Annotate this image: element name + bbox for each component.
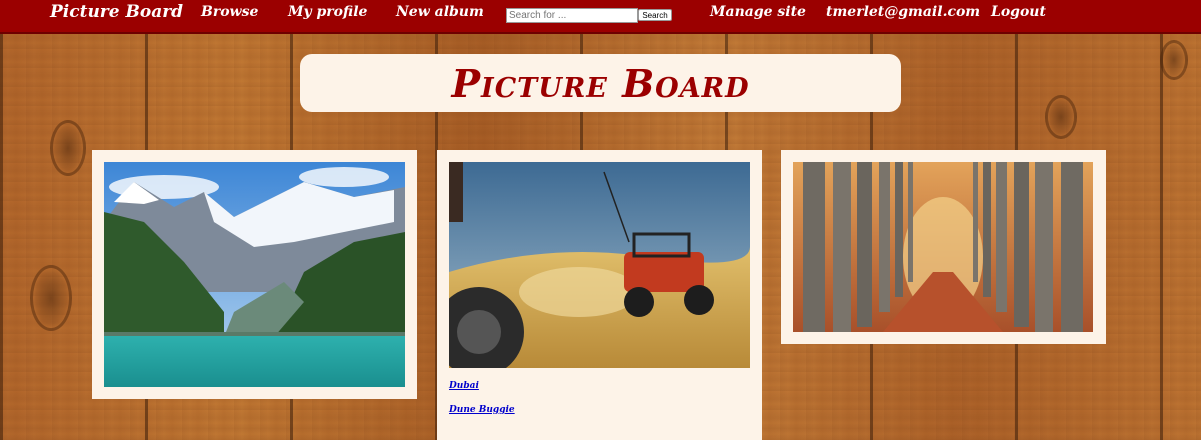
search-input[interactable]: [506, 8, 638, 23]
nav-browse-link[interactable]: Browse: [201, 4, 258, 20]
wood-knot-decoration: [30, 265, 72, 331]
nav-new-album-link[interactable]: New album: [396, 4, 484, 20]
autumn-avenue-photo[interactable]: [793, 162, 1093, 332]
top-navbar: Picture Board Browse My profile New albu…: [0, 0, 1201, 34]
album-link-dubai[interactable]: Dubai: [449, 381, 479, 391]
page-title: Picture Board: [451, 60, 750, 106]
mountain-lake-photo[interactable]: [104, 162, 405, 387]
wood-knot-decoration: [1045, 95, 1077, 139]
nav-logout-link[interactable]: Logout: [991, 4, 1046, 20]
nav-manage-site-link[interactable]: Manage site: [710, 4, 806, 20]
picture-card: [781, 150, 1106, 344]
search-button[interactable]: Search: [638, 9, 672, 21]
album-link-dune-buggie[interactable]: Dune Buggie: [449, 405, 515, 415]
wood-knot-decoration: [1160, 40, 1188, 80]
dune-buggy-photo[interactable]: [449, 162, 750, 368]
nav-my-profile-link[interactable]: My profile: [288, 4, 367, 20]
picture-card: [92, 150, 417, 399]
wood-knot-decoration: [50, 120, 86, 176]
page-title-box: Picture Board: [300, 54, 901, 112]
nav-brand-link[interactable]: Picture Board: [50, 2, 183, 22]
nav-user-email-link[interactable]: tmerlet@gmail.com: [826, 4, 980, 20]
picture-card: Dubai Dune Buggie: [437, 150, 762, 440]
